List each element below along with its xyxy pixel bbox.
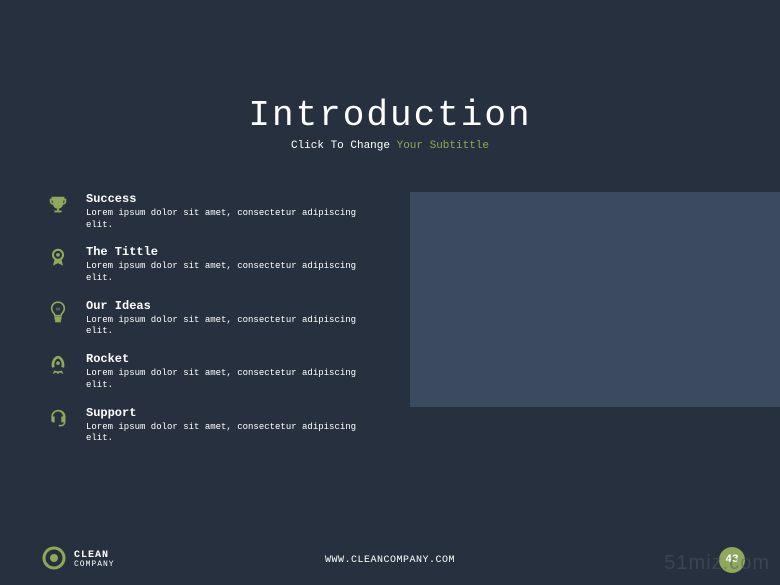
list-item-text: Support Lorem ipsum dolor sit amet, cons…: [74, 406, 382, 445]
footer-url: WWW.CLEANCOMPANY.COM: [325, 555, 455, 566]
item-desc[interactable]: Lorem ipsum dolor sit amet, consectetur …: [86, 368, 382, 391]
logo-line2: COMPANY: [74, 561, 115, 569]
list-item: Rocket Lorem ipsum dolor sit amet, conse…: [42, 352, 382, 391]
list-item-text: Rocket Lorem ipsum dolor sit amet, conse…: [74, 352, 382, 391]
ribbon-icon: [42, 245, 74, 271]
item-title[interactable]: Success: [86, 192, 382, 206]
item-title[interactable]: Support: [86, 406, 382, 420]
logo-text: CLEAN COMPANY: [74, 551, 115, 569]
watermark: 51miz.com: [664, 552, 770, 575]
item-title[interactable]: Rocket: [86, 352, 382, 366]
list-item: W Our Ideas Lorem ipsum dolor sit amet, …: [42, 299, 382, 338]
list-item: Success Lorem ipsum dolor sit amet, cons…: [42, 192, 382, 231]
item-title[interactable]: Our Ideas: [86, 299, 382, 313]
slide-footer: CLEAN COMPANY WWW.CLEANCOMPANY.COM 43: [0, 535, 780, 585]
item-desc[interactable]: Lorem ipsum dolor sit amet, consectetur …: [86, 422, 382, 445]
subtitle-prefix: Click To Change: [291, 140, 397, 152]
subtitle-highlight: Your Subtittle: [397, 140, 489, 152]
list-item-text: The Tittle Lorem ipsum dolor sit amet, c…: [74, 245, 382, 284]
item-desc[interactable]: Lorem ipsum dolor sit amet, consectetur …: [86, 208, 382, 231]
slide-title[interactable]: Introduction: [0, 95, 780, 136]
title-section: Introduction Click To Change Your Subtit…: [0, 0, 780, 152]
list-item-text: Our Ideas Lorem ipsum dolor sit amet, co…: [74, 299, 382, 338]
support-icon: [42, 406, 74, 430]
item-title[interactable]: The Tittle: [86, 245, 382, 259]
trophy-icon: [42, 192, 74, 216]
slide-subtitle[interactable]: Click To Change Your Subtittle: [0, 140, 780, 152]
logo-icon: [42, 546, 66, 575]
logo: CLEAN COMPANY: [42, 546, 115, 575]
rocket-icon: [42, 352, 74, 376]
svg-text:W: W: [56, 306, 61, 311]
item-desc[interactable]: Lorem ipsum dolor sit amet, consectetur …: [86, 315, 382, 338]
image-placeholder[interactable]: [410, 192, 780, 407]
feature-list: Success Lorem ipsum dolor sit amet, cons…: [42, 192, 382, 459]
item-desc[interactable]: Lorem ipsum dolor sit amet, consectetur …: [86, 261, 382, 284]
lightbulb-icon: W: [42, 299, 74, 325]
list-item-text: Success Lorem ipsum dolor sit amet, cons…: [74, 192, 382, 231]
list-item: The Tittle Lorem ipsum dolor sit amet, c…: [42, 245, 382, 284]
list-item: Support Lorem ipsum dolor sit amet, cons…: [42, 406, 382, 445]
